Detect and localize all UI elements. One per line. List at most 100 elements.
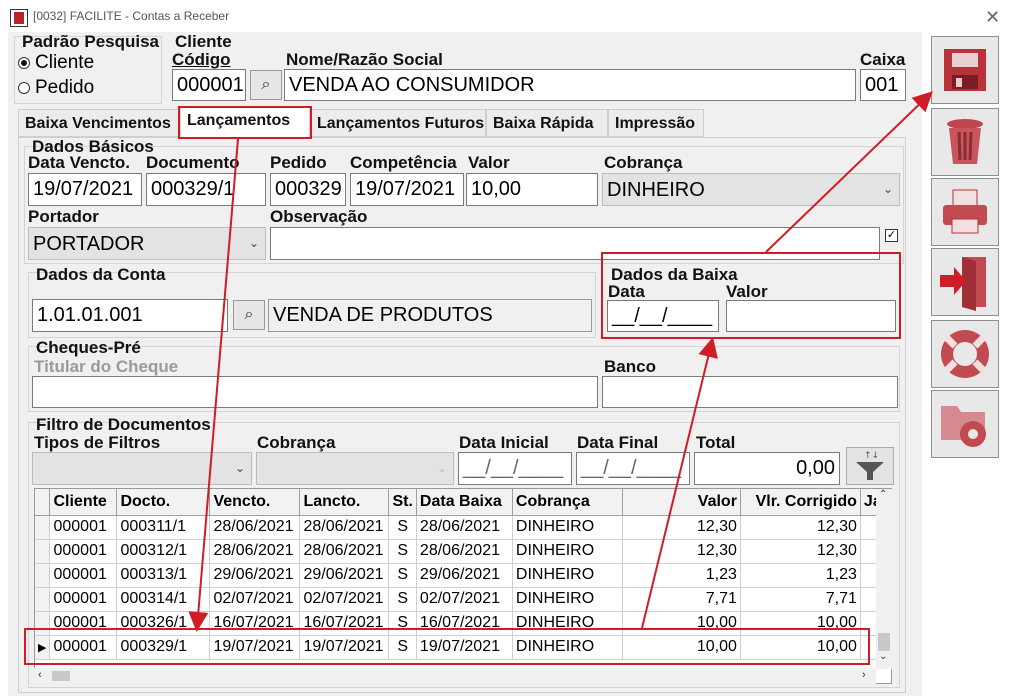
table-cell: 000313/1 (116, 563, 211, 588)
checkbox-icon[interactable]: ✓ (885, 229, 898, 242)
column-header[interactable]: Cliente (49, 489, 118, 516)
pedido-field[interactable]: 000329 (270, 173, 346, 206)
row-indicator (35, 539, 51, 564)
data-venc-field[interactable]: 19/07/2021 (28, 173, 142, 206)
column-header[interactable]: St. (388, 489, 417, 516)
portador-label: Portador (28, 207, 99, 226)
column-header[interactable]: Docto. (116, 489, 211, 516)
table-cell: S (388, 587, 417, 612)
table-cell: 12,30 (740, 515, 861, 540)
data-final-label: Data Final (577, 433, 659, 452)
folder-settings-icon (941, 406, 986, 447)
table-cell: 1,23 (622, 563, 741, 588)
table-cell: 02/07/2021 (416, 587, 513, 612)
table-cell: DINHEIRO (512, 587, 623, 612)
filtro-cobranca-select[interactable]: ⌄ (256, 452, 454, 485)
table-cell: 29/06/2021 (209, 563, 301, 588)
vertical-scrollbar[interactable]: ⌃ ⌄ (876, 489, 892, 669)
table-cell: 29/06/2021 (299, 563, 390, 588)
column-header[interactable]: Vencto. (209, 489, 301, 516)
table-cell: 7,71 (740, 587, 861, 612)
window-title: [0032] FACILITE - Contas a Receber (33, 9, 230, 23)
filtro-cobranca-label: Cobrança (257, 433, 336, 452)
conta-field[interactable]: 1.01.01.001 (32, 299, 228, 332)
binoculars-icon[interactable]: ⌕ (233, 300, 265, 330)
tab-baixa-vencimentos[interactable]: Baixa Vencimentos (18, 109, 180, 137)
row-indicator (35, 515, 51, 540)
chevron-down-icon: ⌄ (436, 461, 447, 475)
table-cell: 1,23 (740, 563, 861, 588)
cobranca-select[interactable]: DINHEIRO ⌄ (602, 173, 900, 206)
data-inicial-field[interactable]: __/__/____ (458, 452, 572, 485)
row-indicator (35, 563, 51, 588)
scroll-up-icon[interactable]: ⌃ (879, 489, 887, 500)
app-icon (10, 9, 28, 27)
table-cell: 28/06/2021 (209, 515, 301, 540)
observacao-label: Observação (270, 207, 368, 226)
tipos-filtro-select[interactable]: ⌄ (32, 452, 252, 485)
scroll-right-icon[interactable]: › (862, 669, 866, 681)
data-venc-label: Data Vencto. (28, 153, 131, 172)
table-cell: 12,30 (622, 539, 741, 564)
radio-pedido[interactable]: Pedido (18, 77, 94, 99)
table-row[interactable]: 000001 000313/1 29/06/2021 29/06/2021 S 29/06… (35, 563, 886, 588)
valor-field[interactable]: 10,00 (466, 173, 598, 206)
close-icon[interactable]: ✕ (985, 7, 1000, 28)
highlight-dados-baixa (601, 252, 901, 339)
table-cell: S (388, 515, 417, 540)
competencia-field[interactable]: 19/07/2021 (350, 173, 464, 206)
column-header[interactable]: Data Baixa (416, 489, 513, 516)
cliente-label: Cliente (175, 32, 232, 51)
filtro-title: Filtro de Documentos (36, 415, 211, 434)
table-row[interactable]: 000001 000311/1 28/06/2021 28/06/2021 S 28/06… (35, 515, 886, 540)
scroll-down-icon[interactable]: ⌄ (879, 651, 887, 662)
radio-cliente-label: Cliente (35, 52, 95, 73)
radio-cliente[interactable]: Cliente (18, 52, 94, 74)
radio-off-icon (18, 81, 30, 94)
banco-field[interactable] (602, 376, 898, 408)
table-row[interactable]: 000001 000314/1 02/07/2021 02/07/2021 S 02/07… (35, 587, 886, 612)
binoculars-icon[interactable]: ⌕ (250, 70, 282, 100)
table-cell: 000001 (49, 587, 118, 612)
scroll-left-icon[interactable]: ‹ (38, 669, 42, 681)
save-button[interactable] (931, 36, 999, 104)
delete-button[interactable] (931, 108, 999, 176)
table-cell: 02/07/2021 (209, 587, 301, 612)
table-cell: DINHEIRO (512, 563, 623, 588)
tab-impressao[interactable]: Impressão (608, 109, 704, 137)
column-header[interactable]: Lancto. (299, 489, 390, 516)
titular-field[interactable] (32, 376, 598, 408)
chevron-down-icon: ⌄ (234, 461, 245, 475)
title-bar: [0032] FACILITE - Contas a Receber ✕ (0, 0, 1010, 32)
column-header[interactable]: Valor (622, 489, 741, 516)
tab-baixa-rapida[interactable]: Baixa Rápida (486, 109, 608, 137)
dados-conta-title: Dados da Conta (36, 265, 166, 284)
exit-door-icon (940, 257, 986, 311)
nome-field[interactable]: VENDA AO CONSUMIDOR (284, 69, 856, 101)
codigo-field[interactable]: 000001 (172, 69, 246, 101)
table-row[interactable]: 000001 000312/1 28/06/2021 28/06/2021 S 28/06… (35, 539, 886, 564)
help-button[interactable] (931, 320, 999, 388)
portador-select[interactable]: PORTADOR ⌄ (28, 227, 266, 260)
settings-button[interactable] (931, 390, 999, 458)
table-cell: 000314/1 (116, 587, 211, 612)
exit-button[interactable] (931, 248, 999, 316)
scroll-thumb[interactable] (52, 671, 70, 681)
column-header[interactable]: Cobrança (512, 489, 623, 516)
scroll-thumb[interactable] (878, 633, 890, 651)
data-final-field[interactable]: __/__/____ (576, 452, 690, 485)
documento-field[interactable]: 000329/1 (146, 173, 266, 206)
tab-lancamentos-futuros[interactable]: Lançamentos Futuros (310, 109, 486, 137)
print-button[interactable] (931, 178, 999, 246)
nome-label: Nome/Razão Social (286, 50, 443, 69)
table-cell: 000001 (49, 539, 118, 564)
titular-label: Titular do Cheque (34, 357, 179, 376)
table-cell: 12,30 (622, 515, 741, 540)
cobranca-value: DINHEIRO (607, 179, 705, 201)
column-header[interactable]: Vlr. Corrigido (740, 489, 861, 516)
table-cell: 7,71 (622, 587, 741, 612)
horizontal-scrollbar[interactable]: ‹ › (34, 668, 876, 684)
caixa-field[interactable]: 001 (860, 69, 906, 101)
filter-funnel-icon[interactable]: ↑↓ (846, 447, 894, 485)
trash-icon (947, 119, 983, 164)
